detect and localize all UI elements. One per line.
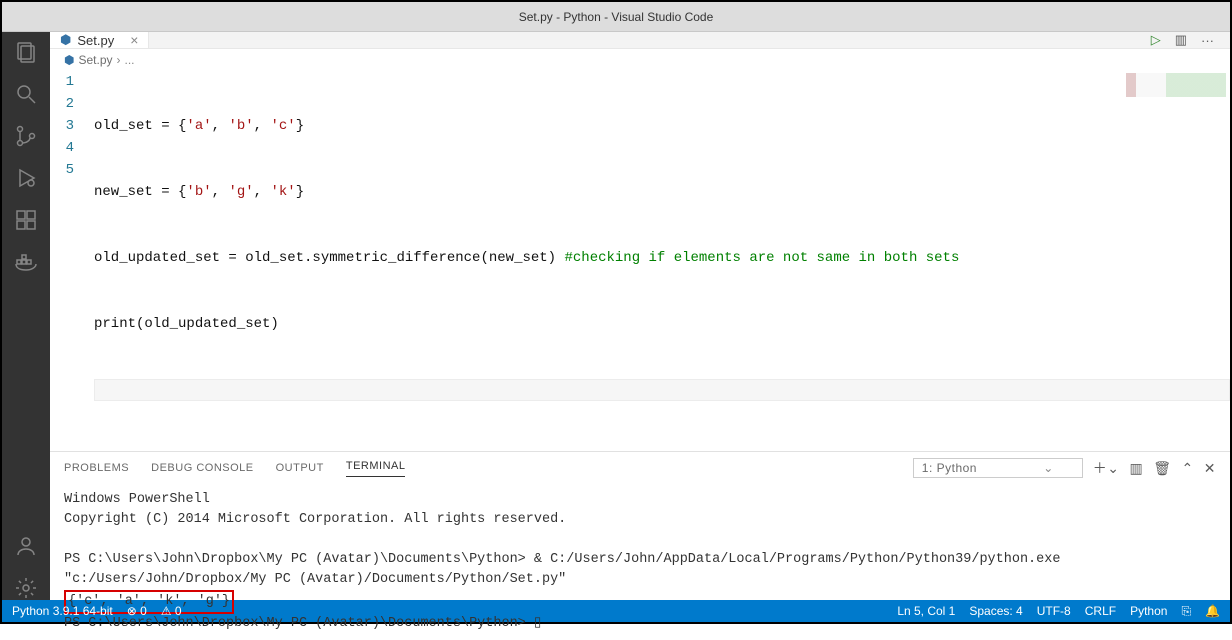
run-debug-icon[interactable] — [14, 166, 38, 190]
status-indent[interactable]: Spaces: 4 — [969, 604, 1022, 618]
line-number: 4 — [50, 137, 74, 159]
terminal-line: "c:/Users/John/Dropbox/My PC (Avatar)/Do… — [64, 572, 566, 587]
tab-filename: Set.py — [77, 33, 114, 48]
line-number: 2 — [50, 93, 74, 115]
source-control-icon[interactable] — [14, 124, 38, 148]
tab-output[interactable]: OUTPUT — [276, 462, 324, 474]
code-line: old_set = {'a', 'b', 'c'} — [94, 115, 1230, 137]
python-file-icon: ⬢ — [64, 53, 74, 67]
chevron-down-icon: ⌄ — [1043, 461, 1054, 475]
status-encoding[interactable]: UTF-8 — [1037, 604, 1071, 618]
code-lines[interactable]: old_set = {'a', 'b', 'c'} new_set = {'b'… — [94, 71, 1230, 445]
activity-bar — [2, 32, 50, 600]
close-panel-icon[interactable]: ✕ — [1204, 460, 1216, 477]
python-file-icon: ⬢ — [60, 32, 71, 48]
status-line-col[interactable]: Ln 5, Col 1 — [897, 604, 955, 618]
code-line: new_set = {'b', 'g', 'k'} — [94, 181, 1230, 203]
tab-terminal[interactable]: TERMINAL — [346, 460, 406, 477]
terminal-selector[interactable]: 1: Python ⌄ — [913, 458, 1083, 478]
line-number: 1 — [50, 71, 74, 93]
editor-tabbar: ⬢ Set.py × ▷ ▥ ··· — [50, 32, 1230, 49]
line-number: 3 — [50, 115, 74, 137]
status-bell-icon[interactable]: 🔔 — [1205, 604, 1220, 618]
tab-setpy[interactable]: ⬢ Set.py × — [50, 32, 149, 48]
split-terminal-icon[interactable]: ▥ — [1130, 460, 1144, 477]
kill-terminal-icon[interactable]: 🗑 — [1153, 460, 1171, 477]
tab-problems[interactable]: PROBLEMS — [64, 462, 129, 474]
status-eol[interactable]: CRLF — [1085, 604, 1116, 618]
status-warnings[interactable]: ⚠ 0 — [161, 604, 182, 618]
code-editor[interactable]: 1 2 3 4 5 old_set = {'a', 'b', 'c'} new_… — [50, 71, 1230, 451]
status-language[interactable]: Python — [1130, 604, 1167, 618]
terminal-line: Windows PowerShell — [64, 492, 210, 507]
status-feedback-icon[interactable]: ⎘ — [1181, 604, 1191, 619]
window-title: Set.py - Python - Visual Studio Code — [519, 10, 714, 24]
accounts-icon[interactable] — [14, 534, 38, 558]
terminal-line: PS C:\Users\John\Dropbox\My PC (Avatar)\… — [64, 552, 1060, 567]
line-number: 5 — [50, 159, 74, 181]
breadcrumb[interactable]: ⬢ Set.py › ... — [50, 49, 1230, 71]
panel-tabs: PROBLEMS DEBUG CONSOLE OUTPUT TERMINAL 1… — [50, 452, 1230, 484]
status-errors[interactable]: ⊗ 0 — [127, 604, 147, 618]
breadcrumb-more: ... — [125, 53, 135, 67]
extensions-icon[interactable] — [14, 208, 38, 232]
status-python-version[interactable]: Python 3.9.1 64-bit — [12, 604, 113, 618]
terminal-line: Copyright (C) 2014 Microsoft Corporation… — [64, 512, 566, 527]
search-icon[interactable] — [14, 82, 38, 106]
maximize-panel-icon[interactable]: ⌃ — [1182, 460, 1194, 477]
breadcrumb-sep: › — [117, 53, 121, 67]
tab-close-icon[interactable]: × — [130, 32, 138, 48]
terminal-selector-label: 1: Python — [922, 461, 977, 475]
docker-icon[interactable] — [14, 250, 38, 274]
minimap[interactable] — [1126, 73, 1226, 97]
code-line — [94, 379, 1230, 401]
run-file-icon[interactable]: ▷ — [1151, 32, 1161, 48]
explorer-icon[interactable] — [14, 40, 38, 64]
code-line: print(old_updated_set) — [94, 313, 1230, 335]
new-terminal-icon[interactable]: ＋⌄ — [1093, 458, 1120, 478]
breadcrumb-file: Set.py — [78, 53, 112, 67]
settings-gear-icon[interactable] — [14, 576, 38, 600]
more-actions-icon[interactable]: ··· — [1201, 33, 1214, 48]
code-line: old_updated_set = old_set.symmetric_diff… — [94, 247, 1230, 269]
window-titlebar: Set.py - Python - Visual Studio Code — [2, 2, 1230, 32]
tab-debug-console[interactable]: DEBUG CONSOLE — [151, 462, 253, 474]
split-editor-icon[interactable]: ▥ — [1175, 32, 1187, 48]
line-number-gutter: 1 2 3 4 5 — [50, 71, 94, 445]
